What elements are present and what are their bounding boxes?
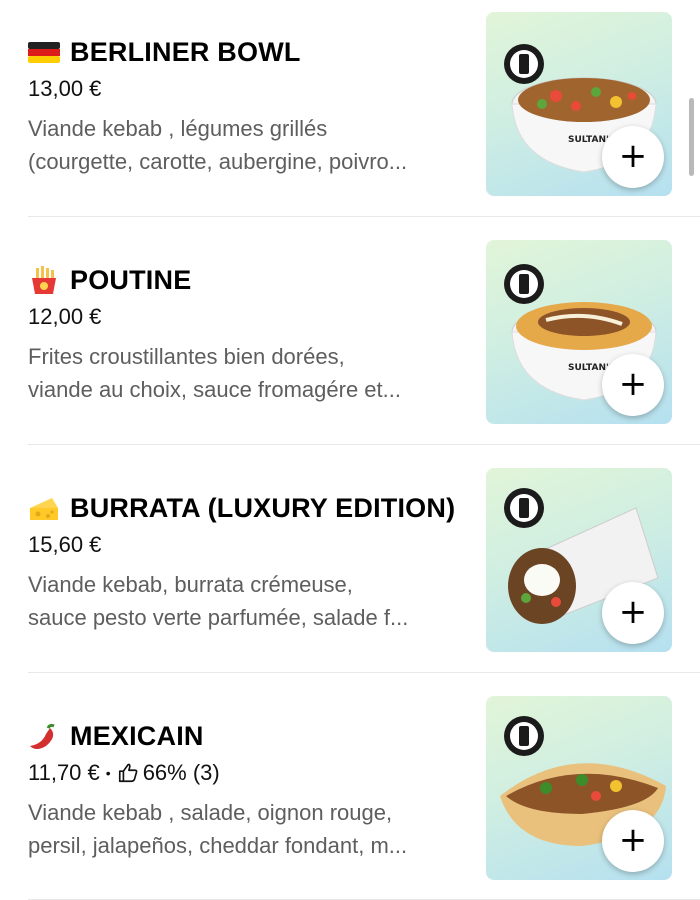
- menu-list: BERLINER BOWL 13,00 € Viande kebab , lég…: [0, 0, 700, 900]
- cheese-icon: [30, 498, 58, 520]
- berliner-bowl-image[interactable]: SULTAN'S +: [486, 12, 672, 196]
- item-description: Frites croustillantes bien dorées, viand…: [28, 340, 473, 406]
- item-price: 12,00 €: [28, 304, 102, 329]
- item-info: BERLINER BOWL 13,00 € Viande kebab , lég…: [28, 12, 473, 178]
- divider: [28, 444, 700, 445]
- plus-icon: +: [618, 592, 648, 632]
- add-to-cart-button[interactable]: +: [602, 810, 664, 872]
- item-title-row: BERLINER BOWL: [28, 32, 473, 72]
- item-description-line: persil, jalapeños, cheddar fondant, m...: [28, 833, 408, 858]
- item-title-row: MEXICAIN: [28, 716, 473, 756]
- item-description-line: (courgette, carotte, aubergine, poivro..…: [28, 149, 408, 174]
- item-description-line: Viande kebab , salade, oignon rouge,: [28, 800, 393, 825]
- item-price: 13,00 €: [28, 76, 102, 101]
- add-to-cart-button[interactable]: +: [602, 354, 664, 416]
- scrollbar[interactable]: [689, 98, 694, 176]
- chili-pepper-icon: [30, 723, 55, 749]
- menu-item-poutine[interactable]: POUTINE 12,00 € Frites croustillantes bi…: [28, 240, 672, 424]
- item-price: 15,60 €: [28, 532, 102, 557]
- menu-item-berliner-bowl[interactable]: BERLINER BOWL 13,00 € Viande kebab , lég…: [28, 12, 672, 196]
- item-title: BURRATA (LUXURY EDITION): [70, 492, 456, 523]
- separator-dot: •: [105, 765, 111, 781]
- item-info: POUTINE 12,00 € Frites croustillantes bi…: [28, 240, 473, 406]
- germany-flag-icon: [28, 42, 60, 63]
- item-title-row: POUTINE: [28, 260, 473, 300]
- item-price-row: 13,00 €: [28, 74, 473, 104]
- fries-icon: [32, 266, 56, 294]
- menu-item-burrata[interactable]: BURRATA (LUXURY EDITION) 15,60 € Viande …: [28, 468, 672, 652]
- item-price-row: 12,00 €: [28, 302, 473, 332]
- menu-item-mexicain[interactable]: MEXICAIN 11,70 € • 66% (3) Viande kebab …: [28, 696, 672, 880]
- add-to-cart-button[interactable]: +: [602, 126, 664, 188]
- plus-icon: +: [618, 136, 648, 176]
- item-price-row: 11,70 € • 66% (3): [28, 758, 473, 788]
- item-description: Viande kebab , légumes grillés (courgett…: [28, 112, 473, 178]
- poutine-image[interactable]: SULTAN'S +: [486, 240, 672, 424]
- item-description-line: Frites croustillantes bien dorées,: [28, 344, 345, 369]
- item-rating: 66% (3): [142, 760, 220, 785]
- item-title: BERLINER BOWL: [70, 36, 301, 67]
- item-description-line: Viande kebab, burrata crémeuse,: [28, 572, 353, 597]
- thumbs-up-icon: [118, 763, 138, 783]
- burrata-wrap-image[interactable]: +: [486, 468, 672, 652]
- plus-icon: +: [618, 364, 648, 404]
- add-to-cart-button[interactable]: +: [602, 582, 664, 644]
- item-description-line: Viande kebab , légumes grillés: [28, 116, 328, 141]
- item-info: MEXICAIN 11,70 € • 66% (3) Viande kebab …: [28, 696, 473, 862]
- item-description-line: viande au choix, sauce fromagére et...: [28, 377, 401, 402]
- item-price: 11,70 €: [28, 760, 100, 785]
- item-title: POUTINE: [70, 264, 192, 295]
- divider: [28, 672, 700, 673]
- plus-icon: +: [618, 820, 648, 860]
- divider: [28, 216, 700, 217]
- item-description-line: sauce pesto verte parfumée, salade f...: [28, 605, 409, 630]
- mexicain-sandwich-image[interactable]: +: [486, 696, 672, 880]
- item-description: Viande kebab, burrata crémeuse, sauce pe…: [28, 568, 473, 634]
- item-info: BURRATA (LUXURY EDITION) 15,60 € Viande …: [28, 468, 473, 634]
- item-title-row: BURRATA (LUXURY EDITION): [28, 488, 473, 528]
- item-title: MEXICAIN: [70, 720, 204, 751]
- item-price-row: 15,60 €: [28, 530, 473, 560]
- item-description: Viande kebab , salade, oignon rouge, per…: [28, 796, 473, 862]
